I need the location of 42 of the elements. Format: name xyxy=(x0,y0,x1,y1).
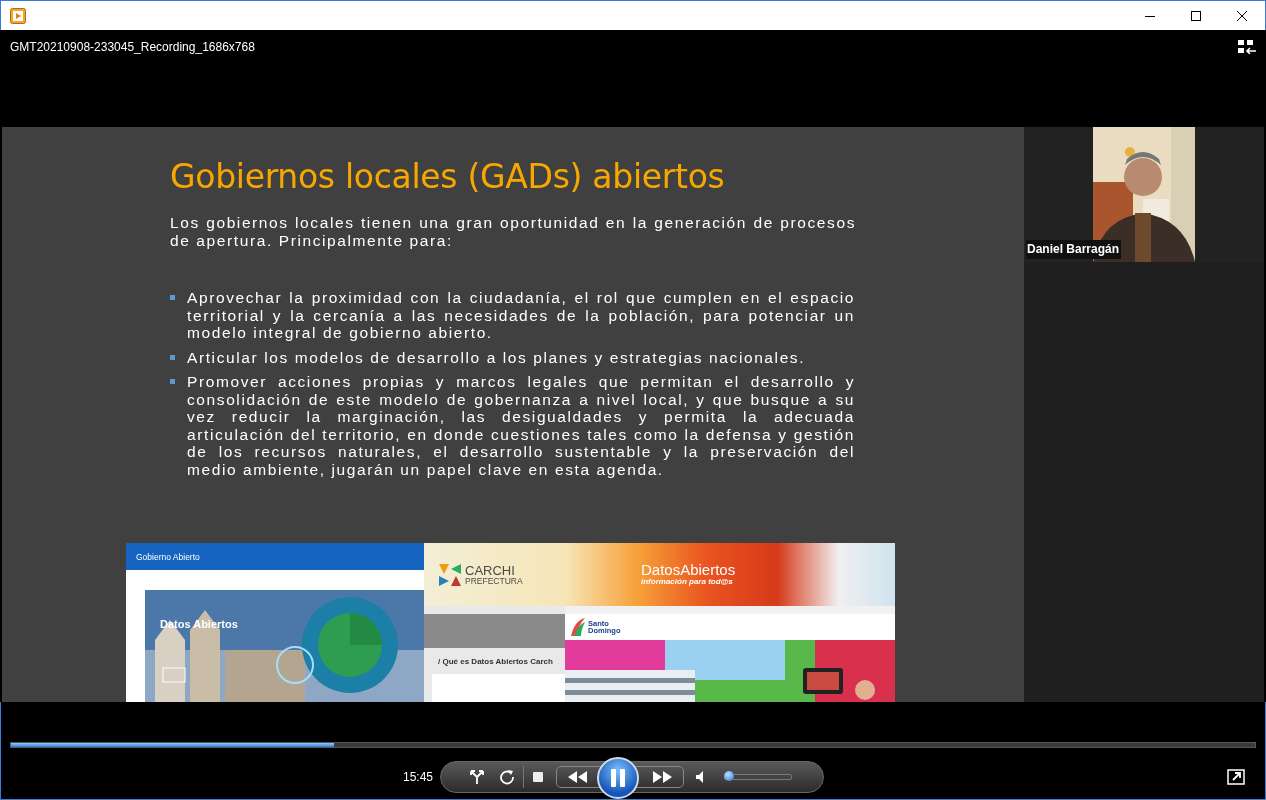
banner-title: DatosAbiertos xyxy=(641,561,736,579)
maximize-icon xyxy=(1191,10,1201,21)
stop-button[interactable] xyxy=(532,771,544,783)
participant-name: Daniel Barragán xyxy=(1026,240,1122,259)
bullet-text: Promover acciones propias y marcos legales que permitan el desarrollo y consolidación de este modelo de gobernanza a nivel local, y que busque a su vez reducir la marginación, las desigualdades y permita la adecuada articulación del territorio, en donde cuestiones tales como la defensa y gestión de los recursos naturales, el desarrollo sustentable y la preservación del medio ambiente, jugarán un papel clave en esta agenda. xyxy=(187,373,855,478)
close-icon xyxy=(1237,10,1247,21)
volume-slider[interactable] xyxy=(724,774,792,780)
bullet-icon xyxy=(170,354,175,360)
slide-paragraph: Los gobiernos locales tienen una gran oportunidad en la generación de procesos de apertura. Principalmente para: xyxy=(170,214,856,249)
window-title: GMT20210908-233045_Recording_1686x768 xyxy=(10,40,256,54)
logo-icon xyxy=(439,563,461,586)
fast-forward-button[interactable] xyxy=(653,771,673,783)
repeat-icon xyxy=(499,769,515,785)
seek-bar[interactable] xyxy=(10,742,1256,748)
shuffle-button[interactable] xyxy=(469,769,485,785)
breadcrumb: / Qué es Datos Abiertos Carch xyxy=(438,657,554,666)
app-icon xyxy=(10,7,26,24)
brand-name: CARCHI xyxy=(465,563,516,577)
fast-forward-icon xyxy=(653,771,673,783)
volume-thumb[interactable] xyxy=(723,771,734,781)
repeat-button[interactable] xyxy=(499,769,515,785)
rewind-icon xyxy=(567,771,587,783)
site-title: Gobierno Abierto xyxy=(136,551,200,562)
switch-view-button[interactable] xyxy=(1227,769,1245,785)
speaker-icon xyxy=(696,770,704,784)
rewind-button[interactable] xyxy=(567,771,587,783)
slide-title: Gobiernos locales (GADs) abiertos xyxy=(170,157,726,196)
bullet-text: Aprovechar la proximidad con la ciudadanía, el rol que cumplen en el espacio territorial y la cercanía a las necesidades de la población, para potenciar un modelo integral de gobierno abierto. xyxy=(187,289,855,342)
bullet-icon xyxy=(170,295,175,300)
banner-subtitle: información para tod@s xyxy=(641,578,734,588)
pause-button[interactable] xyxy=(597,757,639,799)
stop-icon xyxy=(532,771,544,783)
bullet-text: Articular los modelos de desarrollo a los planes y estrategias nacionales. xyxy=(187,348,807,366)
bullet-icon xyxy=(170,379,175,384)
brand-subtitle: PREFECTURA xyxy=(465,576,523,586)
expand-icon xyxy=(1227,769,1245,785)
elapsed-time: 15:45 xyxy=(403,770,435,784)
layout-toggle-icon[interactable] xyxy=(1238,40,1256,54)
logo-icon xyxy=(571,618,585,636)
pause-icon xyxy=(610,769,626,787)
shuffle-icon xyxy=(469,769,485,785)
mute-button[interactable] xyxy=(696,770,704,784)
